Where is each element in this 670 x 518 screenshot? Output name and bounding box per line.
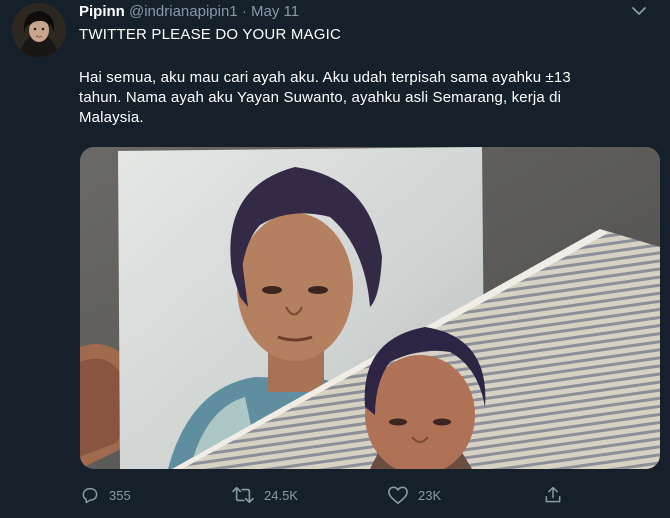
reply-count: 355 [109,487,131,503]
reply-icon [82,488,98,504]
avatar[interactable] [12,3,66,57]
tweet-date[interactable]: May 11 [251,3,299,20]
tweet-text-line: tahun. Nama ayah aku Yayan Suwanto, ayah… [79,89,562,106]
like-count: 23K [418,487,442,503]
heart-icon [388,486,408,504]
tweet-actions: 355 24.5K 23K [0,482,670,508]
tweet-headline: TWITTER PLEASE DO YOUR MAGIC [79,26,342,43]
tweet-text: Hai semua, aku mau cari ayah aku. Aku ud… [79,68,639,128]
like-button[interactable]: 23K [387,482,441,508]
separator: · [241,3,247,20]
tweet-text-line: Hai semua, aku mau cari ayah aku. Aku ud… [79,69,571,86]
chevron-down-icon[interactable] [626,0,652,22]
retweet-button[interactable]: 24.5K [231,482,298,508]
tweet[interactable]: Pipinn @indrianapipin1 · May 11 TWITTER … [0,0,670,518]
tweet-text-line: Malaysia. [79,109,144,126]
retweet-icon [232,486,254,504]
retweet-count: 24.5K [264,487,298,503]
share-icon [545,486,561,503]
reply-button[interactable]: 355 [80,482,131,508]
author-name[interactable]: Pipinn [79,3,125,20]
share-button[interactable] [543,482,572,508]
author-handle[interactable]: @indrianapipin1 [129,3,238,20]
tweet-header: Pipinn @indrianapipin1 · May 11 [79,3,299,21]
tweet-photo[interactable] [80,147,660,469]
